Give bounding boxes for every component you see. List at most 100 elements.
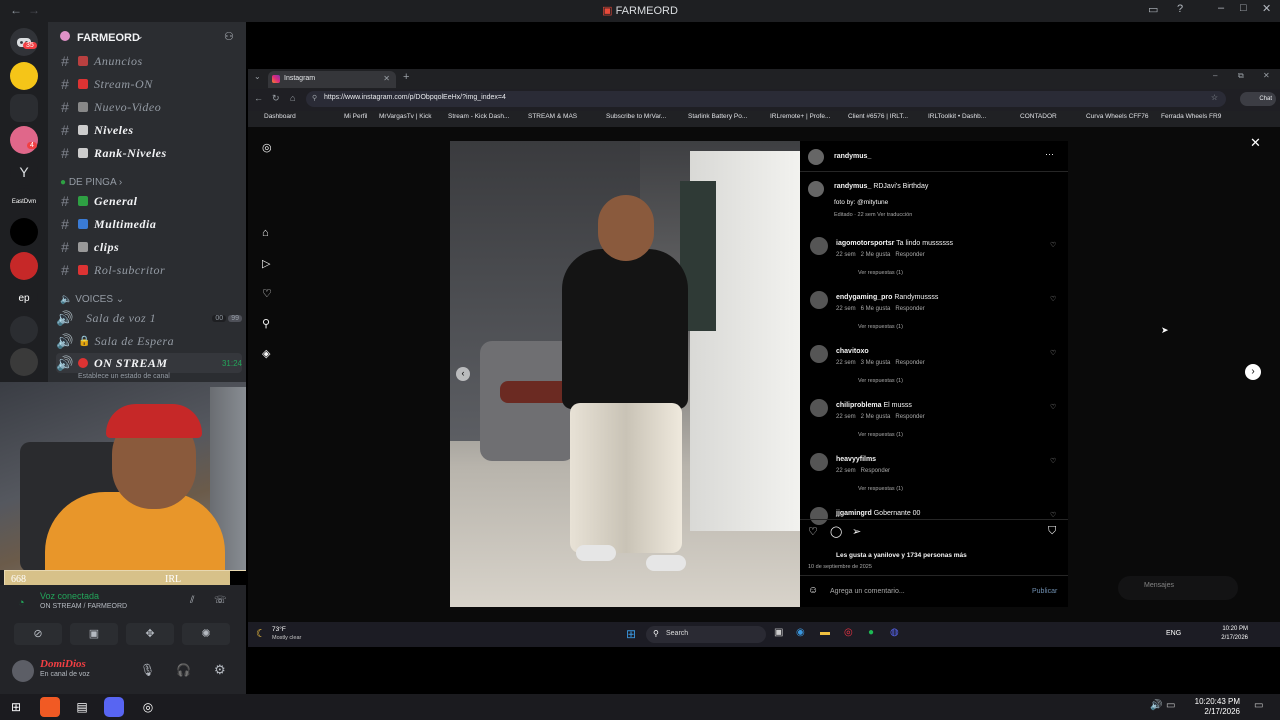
comment-meta[interactable]: 22 sem 2 Me gusta Responder (836, 414, 925, 420)
view-replies-link[interactable]: Ver respuestas (1) (858, 486, 903, 492)
language-indicator[interactable]: ENG (1166, 630, 1181, 637)
like-heart-icon[interactable]: ♡ (808, 525, 818, 538)
category-voices[interactable]: 🔈 VOICES ⌄ (60, 294, 124, 305)
view-replies-link[interactable]: Ver respuestas (1) (858, 378, 903, 384)
commenter-avatar[interactable] (810, 507, 828, 525)
server-icon-7[interactable] (10, 252, 38, 280)
server-icon-4[interactable]: Y (10, 158, 38, 186)
bookmark-item[interactable]: Curva Wheels CFF76 (1086, 113, 1149, 120)
minimize-icon[interactable]: – (1218, 2, 1224, 14)
notifications-icon[interactable]: ▭ (1254, 700, 1263, 711)
comment-input[interactable]: Agrega un comentario... (830, 588, 905, 595)
search-icon[interactable]: ⚲ (262, 317, 270, 330)
file-explorer-icon[interactable]: ▤ (72, 697, 92, 717)
carousel-prev-icon[interactable]: ‹ (456, 367, 470, 381)
tab-close-icon[interactable]: ✕ (383, 74, 390, 83)
view-replies-link[interactable]: Ver respuestas (1) (858, 324, 903, 330)
comment-like-icon[interactable]: ♡ (1050, 349, 1056, 357)
comment-meta[interactable]: 22 sem 6 Me gusta Responder (836, 306, 925, 312)
bookmark-item[interactable]: Ferrada Wheels FR9 (1161, 113, 1221, 120)
explore-compass-icon[interactable]: ◈ (262, 347, 270, 360)
task-view-icon[interactable]: ▣ (774, 627, 783, 638)
minimize-icon[interactable]: – (1213, 71, 1217, 80)
bookmark-item[interactable]: Stream - Kick Dash... (448, 113, 509, 120)
restore-icon[interactable]: ⧉ (1238, 71, 1244, 81)
commenter-avatar[interactable] (810, 399, 828, 417)
author-username[interactable]: randymus_ (834, 153, 871, 160)
category-de-pinga[interactable]: ● DE PINGA › (60, 177, 122, 188)
reload-icon[interactable]: ↻ (272, 93, 280, 104)
view-replies-link[interactable]: Ver respuestas (1) (858, 432, 903, 438)
disconnect-icon[interactable]: ☏ (214, 595, 227, 606)
soundboard-button[interactable]: ✺ (182, 623, 230, 645)
bookmark-item[interactable]: MrVargasTv | Kick (379, 113, 432, 120)
help-icon[interactable]: ? (1177, 3, 1183, 15)
channel-stream-on[interactable]: # Stream-ON (56, 74, 242, 94)
commenter-username[interactable]: heavyyfilms (836, 456, 876, 463)
tab-instagram[interactable]: Instagram ✕ (268, 71, 396, 88)
guild-header[interactable]: FARMEORD ⌄ ⚇ (48, 22, 246, 52)
voice-connected-label[interactable]: Voz conectada (40, 591, 99, 601)
bookmark-item[interactable]: Dashboard (264, 113, 296, 120)
commenter-avatar[interactable] (810, 291, 828, 309)
search-box[interactable]: ⚲ Search (646, 626, 766, 643)
channel-general[interactable]: # General (56, 191, 242, 211)
camera-off-button[interactable]: ⊘ (14, 623, 62, 645)
edge-icon[interactable]: ◉ (796, 627, 805, 638)
likes-summary[interactable]: Les gusta a yanilove y 1734 personas más (836, 552, 967, 559)
site-info-icon[interactable]: ⚲ (312, 94, 317, 102)
taskbar-clock-date[interactable]: 2/17/2026 (1208, 635, 1248, 641)
home-icon[interactable]: ⌂ (290, 93, 295, 103)
publish-button[interactable]: Publicar (1032, 588, 1057, 595)
messages-button[interactable]: Mensajes (1118, 576, 1238, 600)
voice-channel-espera[interactable]: 🔊 🔒 Sala de Espera (56, 331, 242, 351)
discord-icon[interactable]: ◍ (890, 627, 899, 638)
comment-like-icon[interactable]: ♡ (1050, 241, 1056, 249)
microphone-icon[interactable]: 🎙 (140, 663, 155, 677)
headphones-icon[interactable]: 🎧 (176, 663, 191, 677)
bookmark-item[interactable]: Mi Perfil (344, 113, 367, 120)
taskbar-clock[interactable]: 10:20:43 PM 2/17/2026 (1186, 697, 1240, 717)
server-icon-10[interactable] (10, 348, 38, 376)
weather-desc[interactable]: Mostly clear (272, 635, 301, 641)
bookmark-item[interactable]: Client #6576 | IRLT... (848, 113, 908, 120)
server-icon-8[interactable]: ep (10, 284, 38, 312)
home-icon[interactable]: ⌂ (262, 227, 269, 239)
username[interactable]: DomiDios (40, 658, 86, 670)
comment-icon[interactable]: ◯ (830, 525, 842, 538)
volume-icon[interactable]: 🔊 (1150, 700, 1162, 711)
url-text[interactable]: https://www.instagram.com/p/DObpqolEeHx/… (324, 94, 506, 101)
comment-meta[interactable]: 22 sem Responder (836, 468, 890, 474)
obs-icon[interactable]: ◎ (138, 697, 158, 717)
commenter-username[interactable]: jjgamingrd (836, 510, 872, 517)
add-member-icon[interactable]: ⚇ (224, 30, 234, 43)
voice-channel-sala1[interactable]: 🔊 Sala de voz 1 00 99 (56, 308, 242, 328)
commenter-username[interactable]: chiliproblema (836, 402, 882, 409)
more-options-icon[interactable]: ⋯ (1045, 149, 1054, 160)
app-icon[interactable]: ◎ (844, 627, 853, 638)
activities-button[interactable]: ✥ (126, 623, 174, 645)
channel-multimedia[interactable]: # Multimedia (56, 214, 242, 234)
server-icon-6[interactable] (10, 218, 38, 246)
comment-like-icon[interactable]: ♡ (1050, 457, 1056, 465)
share-icon[interactable]: ➢ (852, 525, 861, 538)
back-icon[interactable]: ← (254, 93, 263, 103)
settings-gear-icon[interactable]: ⚙ (214, 662, 226, 678)
commenter-avatar[interactable] (810, 237, 828, 255)
save-bookmark-icon[interactable]: ⛉ (1048, 525, 1056, 538)
file-explorer-icon[interactable]: ▬ (820, 627, 830, 638)
comment-meta[interactable]: 22 sem 2 Me gusta Responder (836, 252, 925, 258)
close-icon[interactable]: ✕ (1262, 2, 1271, 15)
inbox-icon[interactable]: ▭ (1148, 3, 1158, 16)
close-post-icon[interactable]: ✕ (1250, 135, 1261, 151)
brave-icon[interactable] (40, 697, 60, 717)
start-button[interactable]: ⊞ (6, 697, 26, 717)
discord-taskbar-icon[interactable] (104, 697, 124, 717)
close-icon[interactable]: ✕ (1263, 71, 1270, 80)
next-post-icon[interactable]: › (1245, 364, 1261, 380)
author-avatar[interactable] (808, 149, 824, 165)
commenter-avatar[interactable] (810, 345, 828, 363)
server-icon-1[interactable] (10, 62, 38, 90)
instagram-logo-icon[interactable]: ◎ (262, 141, 272, 154)
channel-niveles[interactable]: # Niveles (56, 120, 242, 140)
